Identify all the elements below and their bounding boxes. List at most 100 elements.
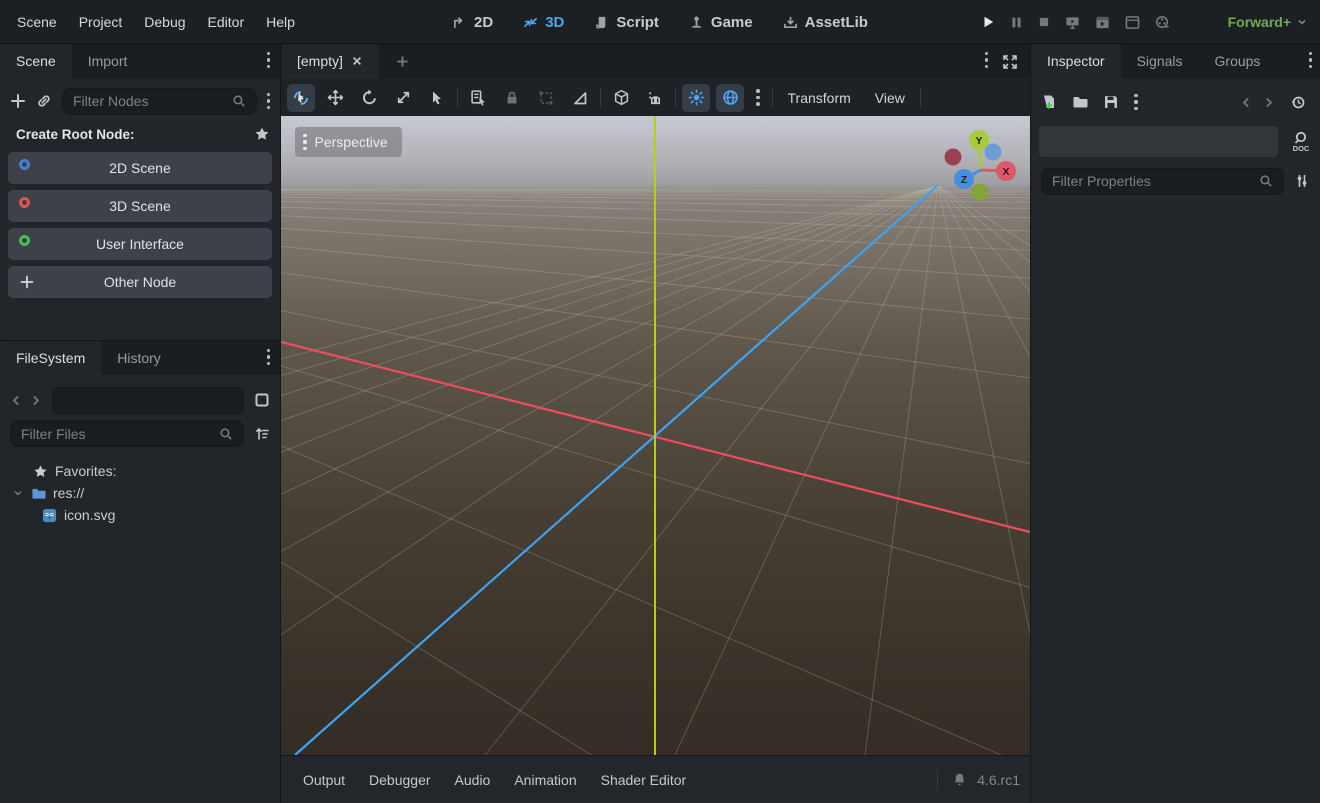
create-ui-scene-button[interactable]: User Interface bbox=[8, 228, 272, 260]
scene-dock-menu-icon[interactable] bbox=[267, 52, 271, 69]
move-mode-button[interactable] bbox=[321, 84, 349, 112]
scene-tree-menu-icon[interactable] bbox=[267, 93, 271, 110]
new-resource-icon[interactable] bbox=[1041, 94, 1057, 110]
object-name-field[interactable] bbox=[1039, 126, 1278, 157]
toggle-sun-button[interactable] bbox=[682, 84, 710, 112]
edit-history-icon[interactable] bbox=[1290, 94, 1306, 110]
icon-svg-tree-item[interactable]: icon.svg bbox=[12, 504, 280, 526]
scene-dock-tabs: Scene Import bbox=[0, 44, 280, 78]
filter-nodes-input[interactable] bbox=[62, 88, 257, 115]
path-field[interactable] bbox=[52, 387, 244, 414]
select-list-icon[interactable] bbox=[464, 84, 492, 112]
workspace-script[interactable]: Script bbox=[594, 14, 659, 31]
tab-inspector[interactable]: Inspector bbox=[1031, 44, 1121, 78]
2d-icon bbox=[452, 15, 467, 30]
menu-project[interactable]: Project bbox=[68, 0, 134, 44]
gizmo-neg-y[interactable] bbox=[972, 184, 989, 201]
history-back-icon[interactable] bbox=[1240, 96, 1253, 109]
instance-scene-icon[interactable] bbox=[36, 93, 52, 109]
workspace-2d[interactable]: 2D bbox=[452, 14, 493, 31]
sun-environment-menu-icon[interactable] bbox=[756, 89, 760, 106]
tab-history[interactable]: History bbox=[101, 341, 177, 375]
lock-selected-button[interactable] bbox=[498, 84, 526, 112]
res-root-tree-item[interactable]: res:// bbox=[12, 482, 280, 504]
add-node-icon[interactable] bbox=[10, 93, 26, 109]
tab-filesystem[interactable]: FileSystem bbox=[0, 341, 101, 375]
favorites-tree-item[interactable]: Favorites: bbox=[12, 460, 280, 482]
filter-properties-input[interactable] bbox=[1041, 168, 1284, 195]
favorites-star-icon[interactable] bbox=[254, 126, 270, 142]
workspace-3d[interactable]: 3D bbox=[523, 14, 564, 31]
panel-debugger[interactable]: Debugger bbox=[357, 756, 443, 803]
new-tab-icon[interactable] bbox=[395, 54, 410, 69]
notification-bell-icon[interactable] bbox=[952, 772, 967, 787]
perspective-menu-button[interactable]: Perspective bbox=[295, 127, 402, 157]
file-sort-icon[interactable] bbox=[254, 426, 270, 442]
tab-scene[interactable]: Scene bbox=[0, 44, 72, 78]
close-icon[interactable] bbox=[351, 55, 363, 67]
viewport-toolbar: Transform View bbox=[281, 78, 1030, 116]
panel-audio[interactable]: Audio bbox=[443, 756, 503, 803]
panel-animation[interactable]: Animation bbox=[502, 756, 588, 803]
movie-maker-button[interactable] bbox=[1155, 15, 1170, 30]
save-resource-icon[interactable] bbox=[1103, 94, 1119, 110]
assetlib-icon bbox=[783, 15, 798, 30]
gizmo-neg-z[interactable] bbox=[985, 144, 1002, 161]
load-resource-icon[interactable] bbox=[1072, 94, 1088, 110]
inspector-dock-tabs: Inspector Signals Groups bbox=[1031, 44, 1320, 78]
tab-groups[interactable]: Groups bbox=[1199, 44, 1277, 78]
play-custom-scene-button[interactable] bbox=[1125, 15, 1140, 30]
collapse-arrow-icon[interactable] bbox=[12, 487, 24, 499]
scale-mode-button[interactable] bbox=[389, 84, 417, 112]
menu-debug[interactable]: Debug bbox=[133, 0, 196, 44]
open-docs-icon[interactable]: DOC bbox=[1290, 130, 1312, 154]
pause-button[interactable] bbox=[1010, 16, 1023, 29]
inspector-menu-icon[interactable] bbox=[1309, 52, 1313, 69]
scene-tab-empty[interactable]: [empty] bbox=[281, 44, 379, 78]
svg-text:X: X bbox=[1002, 166, 1009, 178]
view-menu[interactable]: View bbox=[866, 90, 914, 106]
nav-back-icon[interactable] bbox=[10, 394, 23, 407]
ruler-mode-button[interactable] bbox=[566, 84, 594, 112]
panel-output[interactable]: Output bbox=[291, 756, 357, 803]
play-button[interactable] bbox=[981, 15, 995, 29]
workspace-game[interactable]: Game bbox=[689, 14, 753, 31]
rotate-mode-button[interactable] bbox=[355, 84, 383, 112]
menu-scene[interactable]: Scene bbox=[6, 0, 68, 44]
create-2d-scene-button[interactable]: 2D Scene bbox=[8, 152, 272, 184]
split-view-icon[interactable] bbox=[254, 392, 270, 408]
stop-button[interactable] bbox=[1038, 16, 1050, 28]
tab-signals[interactable]: Signals bbox=[1121, 44, 1199, 78]
create-other-node-button[interactable]: Other Node bbox=[8, 266, 272, 298]
inspector-dock: Inspector Signals Groups bbox=[1031, 44, 1320, 803]
menu-help[interactable]: Help bbox=[255, 0, 306, 44]
3d-icon bbox=[523, 15, 538, 30]
gizmo-neg-x[interactable] bbox=[945, 149, 962, 166]
renderer-dropdown[interactable]: Forward+ bbox=[1228, 0, 1308, 44]
nav-forward-icon[interactable] bbox=[29, 394, 42, 407]
play-scene-button[interactable] bbox=[1095, 15, 1110, 30]
filter-files-input[interactable] bbox=[10, 420, 244, 447]
create-3d-scene-button[interactable]: 3D Scene bbox=[8, 190, 272, 222]
group-selected-button[interactable] bbox=[532, 84, 560, 112]
snap-mode-button[interactable] bbox=[641, 84, 669, 112]
filesystem-menu-icon[interactable] bbox=[267, 349, 271, 366]
transform-menu[interactable]: Transform bbox=[779, 90, 860, 106]
list-select-button[interactable] bbox=[423, 84, 451, 112]
panel-shader-editor[interactable]: Shader Editor bbox=[589, 756, 699, 803]
tab-import[interactable]: Import bbox=[72, 44, 144, 78]
plus-icon bbox=[19, 274, 35, 290]
expand-viewport-icon[interactable] bbox=[1002, 54, 1018, 70]
remote-debug-button[interactable] bbox=[1065, 15, 1080, 30]
toggle-environment-button[interactable] bbox=[716, 84, 744, 112]
menu-editor[interactable]: Editor bbox=[197, 0, 256, 44]
resource-menu-icon[interactable] bbox=[1134, 94, 1138, 111]
tab-list-menu-icon[interactable] bbox=[985, 52, 989, 69]
select-mode-button[interactable] bbox=[287, 84, 315, 112]
use-local-space-button[interactable] bbox=[607, 84, 635, 112]
game-icon bbox=[689, 15, 704, 30]
workspace-assetlib[interactable]: AssetLib bbox=[783, 14, 868, 31]
3d-viewport[interactable]: Y X Z Perspective bbox=[281, 116, 1030, 755]
history-forward-icon[interactable] bbox=[1262, 96, 1275, 109]
property-filter-options-icon[interactable] bbox=[1294, 173, 1310, 189]
